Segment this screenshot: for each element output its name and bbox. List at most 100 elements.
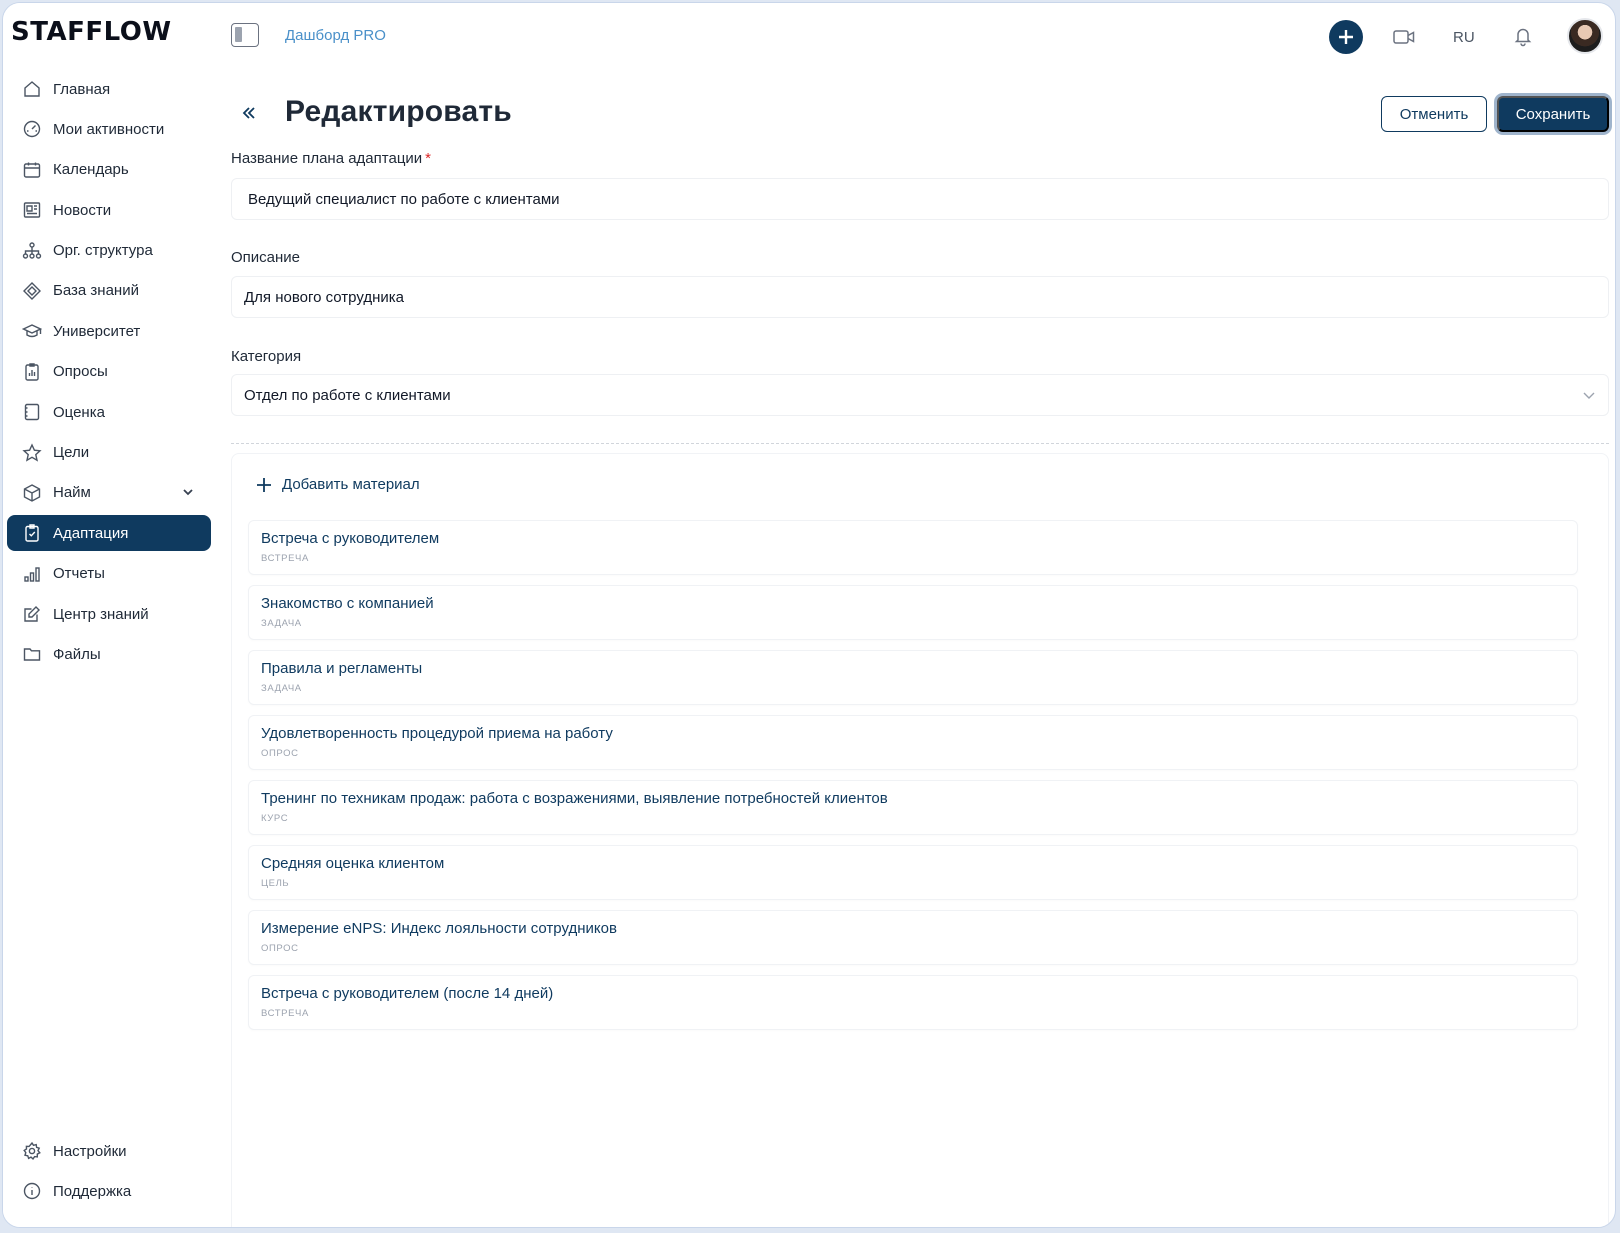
material-title: Измерение eNPS: Индекс лояльности сотруд… [261, 920, 617, 937]
sidebar: STAFFLOW Главная Мои активности Календар… [3, 3, 215, 1227]
sidebar-item-label: Цели [53, 444, 90, 462]
material-title: Средняя оценка клиентом [261, 855, 445, 872]
gauge-icon [21, 118, 43, 140]
material-type: КУРС [261, 813, 289, 824]
sidebar-item-label: Оценка [53, 403, 105, 421]
sidebar-item-university[interactable]: Университет [7, 313, 211, 349]
plan-name-label-text: Название плана адаптации [231, 150, 423, 167]
material-title: Встреча с руководителем [261, 530, 440, 547]
category-select[interactable]: Отдел по работе с клиентами [231, 374, 1609, 416]
sidebar-item-news[interactable]: Новости [7, 192, 211, 228]
sidebar-item-assessment[interactable]: Оценка [7, 394, 211, 430]
materials-list: Встреча с руководителем ВСТРЕЧА Знакомст… [248, 520, 1578, 1040]
top-bar: Дашборд PRO RU [215, 3, 1615, 69]
sidebar-toggle-icon[interactable] [231, 23, 259, 47]
app-logo[interactable]: STAFFLOW [11, 17, 172, 47]
material-type: ОПРОС [261, 943, 299, 954]
language-switcher[interactable]: RU [1453, 29, 1475, 46]
org-structure-icon [21, 240, 43, 262]
knowledge-base-icon [21, 280, 43, 302]
video-call-icon[interactable] [1392, 26, 1416, 48]
sidebar-item-home[interactable]: Главная [7, 71, 211, 107]
required-mark: * [425, 150, 432, 167]
list-item[interactable]: Измерение eNPS: Индекс лояльности сотруд… [248, 910, 1578, 965]
materials-panel: Добавить материал Встреча с руководителе… [231, 453, 1609, 1227]
sidebar-item-label: Главная [53, 80, 111, 98]
material-title: Тренинг по техникам продаж: работа с воз… [261, 790, 888, 807]
list-item[interactable]: Средняя оценка клиентом ЦЕЛЬ [248, 845, 1578, 900]
description-input[interactable]: Для нового сотрудника [231, 276, 1609, 318]
sidebar-item-activities[interactable]: Мои активности [7, 111, 211, 147]
description-label: Описание [231, 249, 301, 266]
material-title: Удовлетворенность процедурой приема на р… [261, 725, 613, 742]
list-item[interactable]: Удовлетворенность процедурой приема на р… [248, 715, 1578, 770]
sidebar-item-knowledge-base[interactable]: База знаний [7, 273, 211, 309]
avatar[interactable] [1567, 18, 1603, 54]
sidebar-item-label: Мои активности [53, 120, 165, 138]
sidebar-item-settings[interactable]: Настройки [7, 1133, 211, 1169]
sidebar-item-label: Центр знаний [53, 605, 149, 623]
bar-chart-icon [21, 563, 43, 585]
box-icon [21, 482, 43, 504]
material-type: ЦЕЛЬ [261, 878, 290, 889]
material-type: ЗАДАЧА [261, 618, 302, 629]
add-material-button[interactable]: Добавить материал [256, 476, 420, 493]
sidebar-item-org-structure[interactable]: Орг. структура [7, 233, 211, 269]
plan-name-value: Ведущий специалист по работе с клиентами [248, 190, 560, 208]
sidebar-item-label: Опросы [53, 363, 108, 381]
material-title: Правила и регламенты [261, 660, 423, 677]
news-icon [21, 199, 43, 221]
section-divider [231, 443, 1609, 444]
sidebar-item-support[interactable]: Поддержка [7, 1173, 211, 1209]
category-value: Отдел по работе с клиентами [244, 386, 451, 404]
chevrons-left-icon[interactable] [239, 103, 259, 123]
app-window: STAFFLOW Главная Мои активности Календар… [2, 2, 1616, 1228]
sidebar-item-knowledge-center[interactable]: Центр знаний [7, 596, 211, 632]
description-value: Для нового сотрудника [244, 288, 404, 306]
sidebar-item-files[interactable]: Файлы [7, 636, 211, 672]
cancel-button[interactable]: Отменить [1381, 96, 1487, 132]
chevron-down-icon[interactable] [181, 485, 195, 499]
sidebar-item-label: Отчеты [53, 565, 105, 583]
sidebar-item-label: Поддержка [53, 1182, 132, 1200]
sidebar-item-label: База знаний [53, 282, 139, 300]
list-item[interactable]: Тренинг по техникам продаж: работа с воз… [248, 780, 1578, 835]
plus-icon [257, 477, 271, 492]
category-label: Категория [231, 348, 302, 365]
star-icon [21, 442, 43, 464]
material-type: ВСТРЕЧА [261, 1008, 309, 1019]
material-type: ВСТРЕЧА [261, 553, 309, 564]
assessment-icon [21, 401, 43, 423]
sidebar-item-label: Университет [53, 322, 141, 340]
calendar-icon [21, 159, 43, 181]
plan-name-input[interactable]: Ведущий специалист по работе с клиентами [231, 178, 1609, 220]
bell-icon[interactable] [1513, 25, 1533, 47]
main-content: Редактировать Отменить Сохранить Названи… [215, 69, 1615, 1227]
material-title: Знакомство с компанией [261, 595, 434, 612]
page-title: Редактировать [285, 95, 512, 128]
material-title: Встреча с руководителем (после 14 дней) [261, 985, 554, 1002]
sidebar-item-surveys[interactable]: Опросы [7, 354, 211, 390]
plan-name-label: Название плана адаптации * [231, 150, 431, 167]
sidebar-item-adaptation[interactable]: Адаптация [7, 515, 211, 552]
sidebar-item-label: Календарь [53, 161, 129, 179]
create-button[interactable] [1329, 20, 1363, 54]
edit-icon [21, 603, 43, 625]
sidebar-item-calendar[interactable]: Календарь [7, 152, 211, 188]
sidebar-item-label: Орг. структура [53, 242, 153, 260]
sidebar-item-label: Адаптация [53, 524, 129, 542]
chevron-down-icon [1582, 388, 1596, 402]
sidebar-item-goals[interactable]: Цели [7, 435, 211, 471]
list-item[interactable]: Встреча с руководителем (после 14 дней) … [248, 975, 1578, 1030]
breadcrumb[interactable]: Дашборд PRO [285, 27, 386, 44]
sidebar-item-hiring[interactable]: Найм [7, 475, 211, 511]
sidebar-item-reports[interactable]: Отчеты [7, 556, 211, 592]
sidebar-item-label: Файлы [53, 645, 101, 663]
sidebar-item-label: Найм [53, 484, 91, 502]
list-item[interactable]: Знакомство с компанией ЗАДАЧА [248, 585, 1578, 640]
list-item[interactable]: Встреча с руководителем ВСТРЕЧА [248, 520, 1578, 575]
clipboard-check-icon [21, 522, 43, 544]
list-item[interactable]: Правила и регламенты ЗАДАЧА [248, 650, 1578, 705]
save-button[interactable]: Сохранить [1497, 96, 1609, 132]
gear-icon [21, 1140, 43, 1162]
